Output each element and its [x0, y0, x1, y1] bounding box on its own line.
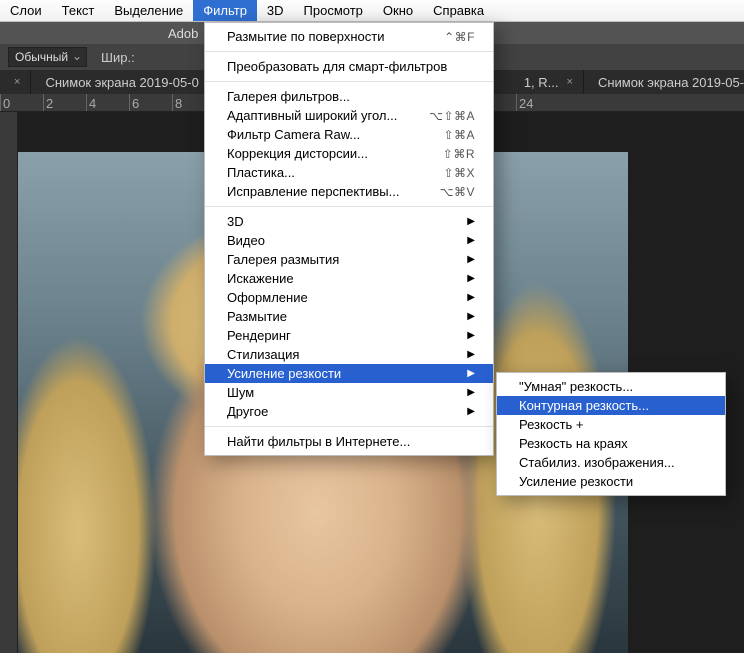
submenu-item[interactable]: Резкость на краях	[497, 434, 725, 453]
submenu-arrow-icon: ▶	[467, 368, 475, 379]
menu-separator	[205, 426, 493, 427]
vertical-ruler	[0, 112, 18, 653]
menu-item-label: Контурная резкость...	[519, 398, 649, 413]
shortcut-label: ⌥⇧⌘A	[429, 109, 475, 123]
menu-item-browse-filters[interactable]: Найти фильтры в Интернете...	[205, 432, 493, 451]
menu-item[interactable]: Исправление перспективы... ⌥⌘V	[205, 182, 493, 201]
menu-item-label: Оформление	[227, 290, 308, 305]
document-tab[interactable]: ×	[0, 70, 31, 94]
menu-item-label: Другое	[227, 404, 268, 419]
submenu-item[interactable]: Резкость +	[497, 415, 725, 434]
menu-item-label: Фильтр Camera Raw...	[227, 127, 360, 142]
submenu-arrow-icon: ▶	[467, 273, 475, 284]
menu-item-label: Галерея размытия	[227, 252, 339, 267]
menu-item-label: Усиление резкости	[227, 366, 341, 381]
submenu-arrow-icon: ▶	[467, 387, 475, 398]
menu-item[interactable]: Рендеринг ▶	[205, 326, 493, 345]
menu-item-label: Шум	[227, 385, 254, 400]
document-tab[interactable]: 1, R... ×	[510, 70, 584, 94]
menu-item-last-filter[interactable]: Размытие по поверхности ⌃⌘F	[205, 27, 493, 46]
document-tab-label: Снимок экрана 2019-05-0	[45, 75, 198, 90]
sharpen-submenu: "Умная" резкость... Контурная резкость...…	[496, 372, 726, 496]
menu-item-label: Размытие по поверхности	[227, 29, 384, 44]
submenu-item[interactable]: Контурная резкость...	[497, 396, 725, 415]
menu-item-label: Резкость +	[519, 417, 584, 432]
menu-item-label: Размытие	[227, 309, 287, 324]
menu-separator	[205, 81, 493, 82]
menu-item-convert-smart[interactable]: Преобразовать для смарт-фильтров	[205, 57, 493, 76]
submenu-item[interactable]: "Умная" резкость...	[497, 377, 725, 396]
menu-item-label: Видео	[227, 233, 265, 248]
menu-item-label: Преобразовать для смарт-фильтров	[227, 59, 447, 74]
submenu-arrow-icon: ▶	[467, 311, 475, 322]
shortcut-label: ⌥⌘V	[440, 185, 475, 199]
menu-item[interactable]: Искажение ▶	[205, 269, 493, 288]
menu-item-label: Стабилиз. изображения...	[519, 455, 675, 470]
menu-item-label: Пластика...	[227, 165, 295, 180]
menu-item[interactable]: 3D ▶	[205, 212, 493, 231]
menu-separator	[205, 51, 493, 52]
menu-item-label: Исправление перспективы...	[227, 184, 399, 199]
menu-item-label: Стилизация	[227, 347, 299, 362]
submenu-item[interactable]: Усиление резкости	[497, 472, 725, 491]
submenu-arrow-icon: ▶	[467, 254, 475, 265]
menu-selection[interactable]: Выделение	[104, 0, 193, 21]
menu-item-label: Рендеринг	[227, 328, 291, 343]
menu-item-label: "Умная" резкость...	[519, 379, 633, 394]
menu-item-label: Найти фильтры в Интернете...	[227, 434, 410, 449]
menu-item[interactable]: Адаптивный широкий угол... ⌥⇧⌘A	[205, 106, 493, 125]
menu-item-label: Усиление резкости	[519, 474, 633, 489]
filter-menu: Размытие по поверхности ⌃⌘F Преобразоват…	[204, 22, 494, 456]
shortcut-label: ⇧⌘A	[443, 128, 475, 142]
menu-item-label: Галерея фильтров...	[227, 89, 350, 104]
document-tab[interactable]: Снимок экрана 2019-05-08 в	[584, 70, 744, 94]
menu-item[interactable]: Другое ▶	[205, 402, 493, 421]
menu-item[interactable]: Стилизация ▶	[205, 345, 493, 364]
submenu-arrow-icon: ▶	[467, 330, 475, 341]
menu-layers[interactable]: Слои	[0, 0, 52, 21]
submenu-arrow-icon: ▶	[467, 235, 475, 246]
menu-item[interactable]: Оформление ▶	[205, 288, 493, 307]
menu-item[interactable]: Видео ▶	[205, 231, 493, 250]
document-tab-label: Снимок экрана 2019-05-08 в	[598, 75, 744, 90]
menu-text[interactable]: Текст	[52, 0, 105, 21]
menu-item[interactable]: Коррекция дисторсии... ⇧⌘R	[205, 144, 493, 163]
document-tab-label: 1, R...	[524, 75, 559, 90]
close-icon[interactable]: ×	[14, 76, 20, 88]
menu-help[interactable]: Справка	[423, 0, 494, 21]
menu-window[interactable]: Окно	[373, 0, 423, 21]
menu-item-label: Искажение	[227, 271, 294, 286]
submenu-item[interactable]: Стабилиз. изображения...	[497, 453, 725, 472]
menu-separator	[205, 206, 493, 207]
document-tab[interactable]: Снимок экрана 2019-05-0	[31, 70, 209, 94]
app-title: Adob	[168, 26, 198, 41]
menu-item-label: Резкость на краях	[519, 436, 628, 451]
submenu-arrow-icon: ▶	[467, 216, 475, 227]
menu-item[interactable]: Галерея размытия ▶	[205, 250, 493, 269]
close-icon[interactable]: ×	[567, 76, 573, 88]
shortcut-label: ⇧⌘X	[443, 166, 475, 180]
menu-view[interactable]: Просмотр	[294, 0, 373, 21]
width-label: Шир.:	[101, 50, 135, 65]
shortcut-label: ⌃⌘F	[444, 30, 475, 44]
menu-3d[interactable]: 3D	[257, 0, 294, 21]
submenu-arrow-icon: ▶	[467, 406, 475, 417]
submenu-arrow-icon: ▶	[467, 292, 475, 303]
menu-item[interactable]: Фильтр Camera Raw... ⇧⌘A	[205, 125, 493, 144]
submenu-arrow-icon: ▶	[467, 349, 475, 360]
menu-item[interactable]: Шум ▶	[205, 383, 493, 402]
menu-filter[interactable]: Фильтр	[193, 0, 257, 21]
blend-mode-select[interactable]: Обычный	[8, 47, 87, 67]
menu-item-label: 3D	[227, 214, 244, 229]
system-menubar: Слои Текст Выделение Фильтр 3D Просмотр …	[0, 0, 744, 22]
menu-item[interactable]: Пластика... ⇧⌘X	[205, 163, 493, 182]
shortcut-label: ⇧⌘R	[443, 147, 475, 161]
menu-item[interactable]: Усиление резкости ▶	[205, 364, 493, 383]
menu-item[interactable]: Размытие ▶	[205, 307, 493, 326]
menu-item[interactable]: Галерея фильтров...	[205, 87, 493, 106]
menu-item-label: Коррекция дисторсии...	[227, 146, 368, 161]
menu-item-label: Адаптивный широкий угол...	[227, 108, 397, 123]
